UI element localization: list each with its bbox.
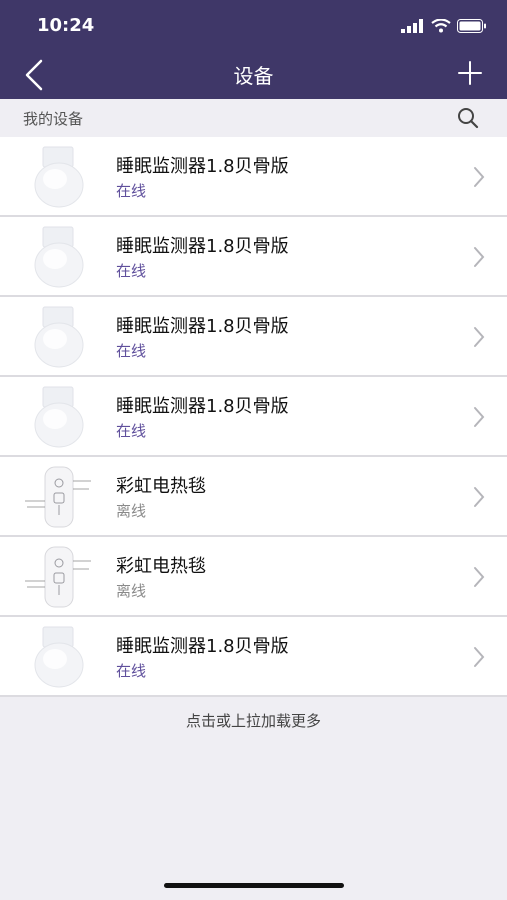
blanket-remote-image — [25, 546, 91, 608]
device-name: 睡眠监测器1.8贝骨版 — [116, 396, 289, 417]
device-status: 离线 — [116, 582, 147, 600]
blanket-remote-image — [25, 466, 91, 528]
device-status: 在线 — [116, 182, 147, 200]
device-name: 彩虹电热毯 — [116, 556, 206, 577]
page-title: 设备 — [233, 64, 274, 88]
chevron-right-icon — [474, 247, 485, 267]
status-time: 10:24 — [37, 15, 95, 36]
section-header: 我的设备 — [0, 99, 507, 137]
device-list: 睡眠监测器1.8贝骨版 在线 睡眠监测器1.8贝骨版 在线 睡眠监测器1.8贝骨… — [0, 137, 507, 697]
device-name: 睡眠监测器1.8贝骨版 — [116, 636, 289, 657]
chevron-right-icon — [474, 647, 485, 667]
device-name: 彩虹电热毯 — [116, 476, 206, 497]
chevron-right-icon — [474, 327, 485, 347]
sleep-monitor-image — [34, 386, 84, 448]
device-status: 在线 — [116, 662, 147, 680]
chevron-right-icon — [474, 167, 485, 187]
header-bar: 10:24 设备 — [0, 0, 507, 99]
device-row[interactable]: 彩虹电热毯 离线 — [0, 537, 507, 617]
status-icons — [401, 16, 487, 36]
search-icon[interactable] — [457, 107, 479, 129]
add-device-icon[interactable] — [457, 60, 483, 86]
sleep-monitor-image — [34, 626, 84, 688]
sleep-monitor-image — [34, 306, 84, 368]
device-row[interactable]: 睡眠监测器1.8贝骨版 在线 — [0, 377, 507, 457]
device-status: 在线 — [116, 342, 147, 360]
device-row[interactable]: 睡眠监测器1.8贝骨版 在线 — [0, 297, 507, 377]
device-status: 在线 — [116, 262, 147, 280]
device-row[interactable]: 睡眠监测器1.8贝骨版 在线 — [0, 617, 507, 697]
device-name: 睡眠监测器1.8贝骨版 — [116, 236, 289, 257]
wifi-icon — [431, 19, 451, 33]
sleep-monitor-image — [34, 146, 84, 208]
chevron-right-icon — [474, 567, 485, 587]
device-name: 睡眠监测器1.8贝骨版 — [116, 156, 289, 177]
cellular-signal-icon — [401, 19, 423, 33]
battery-icon — [457, 19, 486, 33]
chevron-right-icon — [474, 487, 485, 507]
load-more-button[interactable]: 点击或上拉加载更多 — [0, 710, 507, 731]
device-status: 在线 — [116, 422, 147, 440]
device-name: 睡眠监测器1.8贝骨版 — [116, 316, 289, 337]
sleep-monitor-image — [34, 226, 84, 288]
chevron-right-icon — [474, 407, 485, 427]
device-row[interactable]: 彩虹电热毯 离线 — [0, 457, 507, 537]
device-status: 离线 — [116, 502, 147, 520]
section-label: 我的设备 — [23, 110, 84, 128]
device-row[interactable]: 睡眠监测器1.8贝骨版 在线 — [0, 137, 507, 217]
home-indicator[interactable] — [164, 883, 344, 888]
device-row[interactable]: 睡眠监测器1.8贝骨版 在线 — [0, 217, 507, 297]
